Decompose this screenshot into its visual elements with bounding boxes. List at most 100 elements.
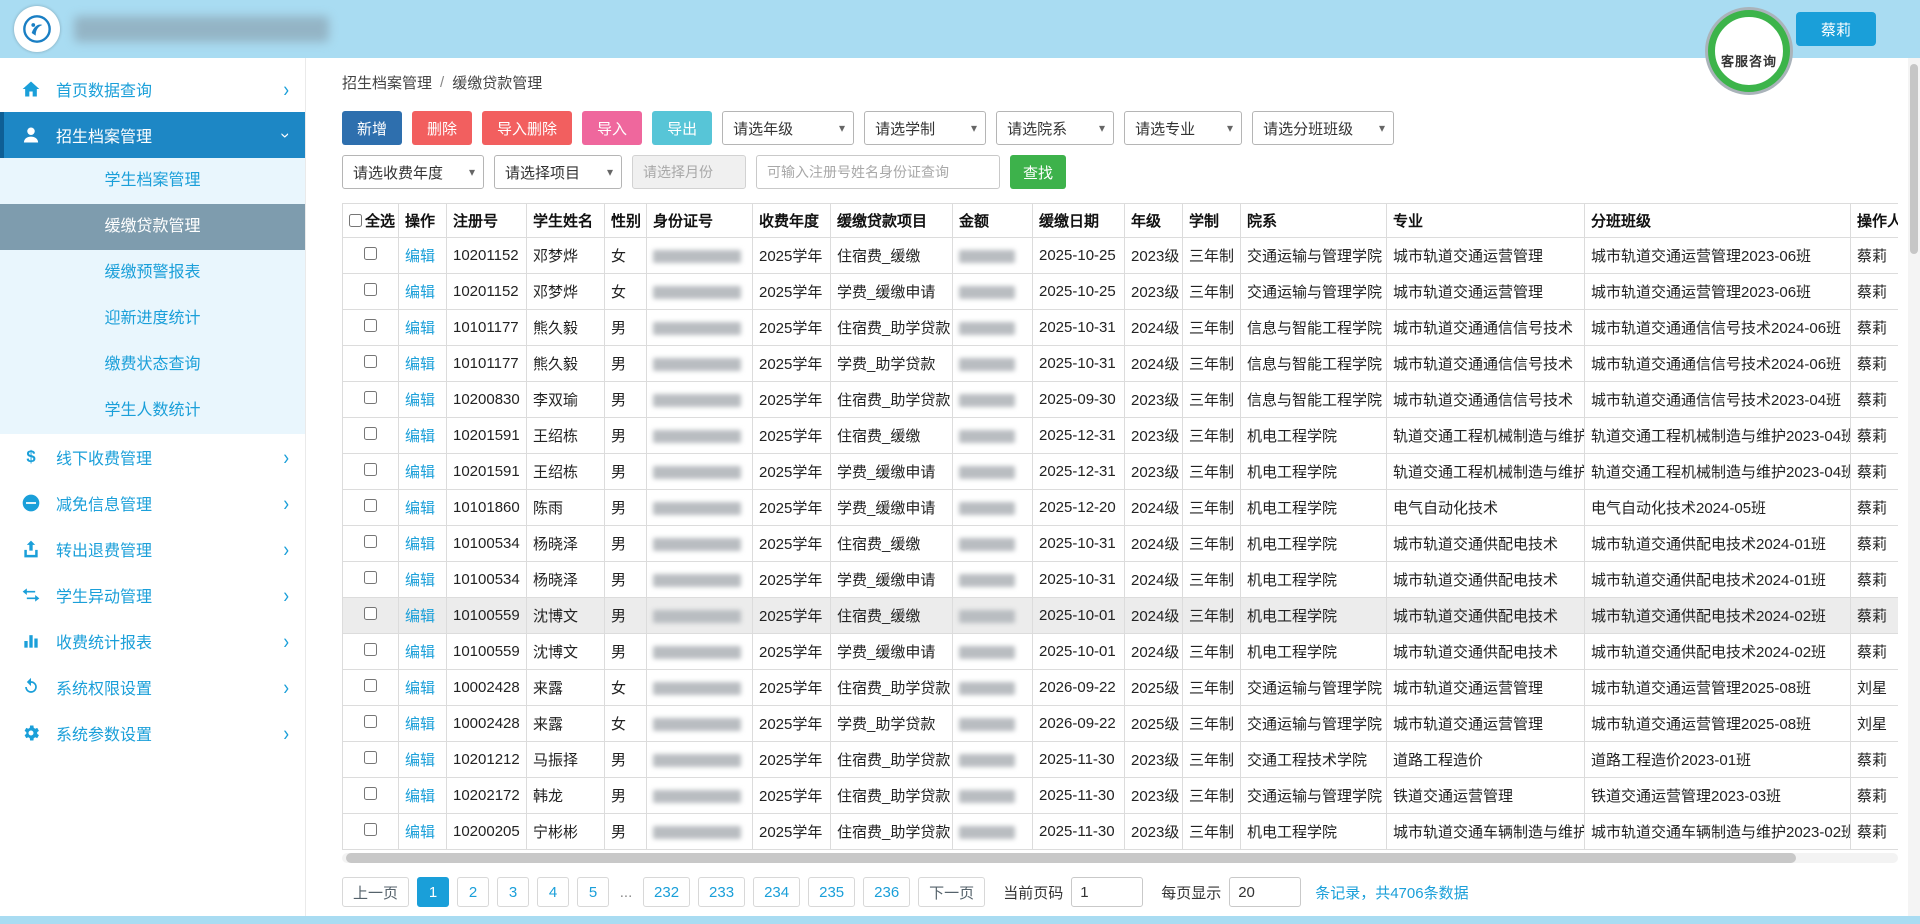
sidebar-subitem[interactable]: 缓缴预警报表: [0, 250, 305, 296]
row-checkbox[interactable]: [364, 391, 377, 404]
edit-link[interactable]: 编辑: [405, 644, 435, 661]
row-checkbox[interactable]: [364, 283, 377, 296]
action-button-1[interactable]: 删除: [412, 111, 472, 145]
edit-link[interactable]: 编辑: [405, 428, 435, 445]
filter-select-major[interactable]: 请选专业▾: [1124, 111, 1242, 145]
sidebar-item-0[interactable]: 首页数据查询›: [0, 66, 305, 112]
cell-registration: 10201591: [447, 454, 527, 490]
current-page-input[interactable]: [1071, 877, 1143, 907]
filter-select-college[interactable]: 请选院系▾: [996, 111, 1114, 145]
main-content: 招生档案管理 / 缓缴贷款管理 新增删除导入删除导入导出 请选年级▾请选学制▾请…: [306, 58, 1908, 916]
sidebar-item-5[interactable]: 学生异动管理›: [0, 572, 305, 618]
row-checkbox[interactable]: [364, 535, 377, 548]
page-size-input[interactable]: [1229, 877, 1301, 907]
row-checkbox[interactable]: [364, 319, 377, 332]
row-checkbox[interactable]: [364, 247, 377, 260]
row-checkbox[interactable]: [364, 787, 377, 800]
sidebar-subitem[interactable]: 缓缴贷款管理: [0, 204, 305, 250]
sidebar-item-3[interactable]: 减免信息管理›: [0, 480, 305, 526]
sidebar-item-4[interactable]: 转出退费管理›: [0, 526, 305, 572]
edit-link[interactable]: 编辑: [405, 824, 435, 841]
search-input[interactable]: [756, 155, 1000, 189]
edit-link[interactable]: 编辑: [405, 608, 435, 625]
breadcrumb-parent[interactable]: 招生档案管理: [342, 72, 432, 93]
cell-loan-item: 住宿费_缓缴: [831, 526, 953, 562]
cell-operator: 蔡莉: [1851, 778, 1899, 814]
action-button-2[interactable]: 导入删除: [482, 111, 572, 145]
edit-link[interactable]: 编辑: [405, 536, 435, 553]
edit-link[interactable]: 编辑: [405, 464, 435, 481]
edit-link[interactable]: 编辑: [405, 356, 435, 373]
row-checkbox[interactable]: [364, 679, 377, 692]
sidebar-item-6[interactable]: 收费统计报表›: [0, 618, 305, 664]
find-button[interactable]: 查找: [1010, 155, 1066, 189]
row-checkbox[interactable]: [364, 823, 377, 836]
row-checkbox[interactable]: [364, 715, 377, 728]
edit-link[interactable]: 编辑: [405, 788, 435, 805]
sidebar-item-8[interactable]: 系统参数设置›: [0, 710, 305, 756]
action-button-4[interactable]: 导出: [652, 111, 712, 145]
sidebar-subitem[interactable]: 缴费状态查询: [0, 342, 305, 388]
column-header-9: 缓缴日期: [1033, 204, 1125, 238]
prev-page-button[interactable]: 上一页: [342, 877, 409, 907]
edit-link[interactable]: 编辑: [405, 392, 435, 409]
table-row: 编辑10002428来露女2025学年学费_助学贷款2026-09-222025…: [343, 706, 1899, 742]
row-checkbox[interactable]: [364, 607, 377, 620]
row-checkbox[interactable]: [364, 499, 377, 512]
vertical-scrollbar-thumb[interactable]: [1910, 64, 1918, 254]
user-button[interactable]: 蔡莉: [1796, 12, 1876, 46]
row-checkbox[interactable]: [364, 643, 377, 656]
filter-select-fee-year[interactable]: 请选收费年度▾: [342, 155, 484, 189]
edit-link[interactable]: 编辑: [405, 284, 435, 301]
sidebar-subitem[interactable]: 学生人数统计: [0, 388, 305, 434]
action-button-3[interactable]: 导入: [582, 111, 642, 145]
horizontal-scrollbar-thumb[interactable]: [346, 853, 1796, 863]
cell-major: 城市轨道交通车辆制造与维护: [1387, 814, 1585, 850]
sidebar-subitem[interactable]: 迎新进度统计: [0, 296, 305, 342]
cell-gender: 男: [605, 490, 647, 526]
select-all-checkbox[interactable]: [349, 214, 362, 227]
edit-link[interactable]: 编辑: [405, 500, 435, 517]
sidebar-subitem[interactable]: 学生档案管理: [0, 158, 305, 204]
action-button-0[interactable]: 新增: [342, 111, 402, 145]
redacted-id-number: [653, 754, 741, 767]
page-button-2[interactable]: 2: [457, 877, 489, 907]
sidebar-item-7[interactable]: 系统权限设置›: [0, 664, 305, 710]
row-checkbox[interactable]: [364, 355, 377, 368]
chevron-down-icon: ▾: [1379, 121, 1385, 135]
page-button-233[interactable]: 233: [698, 877, 745, 907]
page-button-232[interactable]: 232: [643, 877, 690, 907]
row-checkbox[interactable]: [364, 463, 377, 476]
row-checkbox[interactable]: [364, 571, 377, 584]
next-page-button[interactable]: 下一页: [918, 877, 985, 907]
vertical-scrollbar[interactable]: [1908, 58, 1920, 916]
row-checkbox[interactable]: [364, 751, 377, 764]
filter-select-length[interactable]: 请选学制▾: [864, 111, 986, 145]
page-button-3[interactable]: 3: [497, 877, 529, 907]
page-button-234[interactable]: 234: [753, 877, 800, 907]
filter-select-grade[interactable]: 请选年级▾: [722, 111, 854, 145]
table-row: 编辑10100534杨晓泽男2025学年学费_缓缴申请2025-10-31202…: [343, 562, 1899, 598]
edit-link[interactable]: 编辑: [405, 680, 435, 697]
sidebar-item-2[interactable]: $线下收费管理›: [0, 434, 305, 480]
edit-link[interactable]: 编辑: [405, 320, 435, 337]
page-button-1[interactable]: 1: [417, 877, 449, 907]
page-button-236[interactable]: 236: [863, 877, 910, 907]
edit-link[interactable]: 编辑: [405, 248, 435, 265]
cell-operator: 蔡莉: [1851, 490, 1899, 526]
horizontal-scrollbar[interactable]: [342, 853, 1898, 863]
cell-fee-year: 2025学年: [753, 382, 831, 418]
page-button-4[interactable]: 4: [537, 877, 569, 907]
filter-select-project[interactable]: 请选择项目▾: [494, 155, 622, 189]
edit-link[interactable]: 编辑: [405, 716, 435, 733]
sidebar-item-1[interactable]: 招生档案管理›: [0, 112, 305, 158]
edit-link[interactable]: 编辑: [405, 572, 435, 589]
page-button-235[interactable]: 235: [808, 877, 855, 907]
page-button-5[interactable]: 5: [577, 877, 609, 907]
sidebar-item-label: 转出退费管理: [56, 537, 283, 561]
month-input[interactable]: [632, 155, 746, 189]
service-badge[interactable]: 客服咨询: [1708, 10, 1790, 92]
filter-select-class[interactable]: 请选分班班级▾: [1252, 111, 1394, 145]
edit-link[interactable]: 编辑: [405, 752, 435, 769]
row-checkbox[interactable]: [364, 427, 377, 440]
